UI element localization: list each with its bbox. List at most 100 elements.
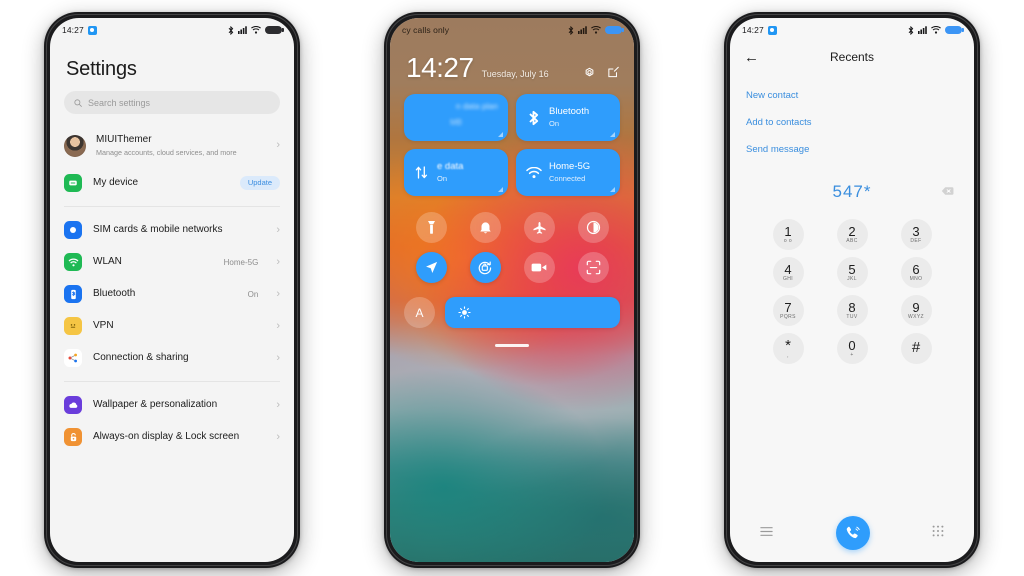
tile-label: Home-5G [549, 161, 591, 173]
signal-icon [238, 26, 247, 34]
key-hash[interactable]: # [900, 333, 932, 364]
phone-control-center-device: cy calls only 14:27 Tuesday, July 16 n d… [384, 12, 640, 568]
menu-lines-icon[interactable] [760, 524, 773, 542]
tile-sublabel: On [549, 119, 560, 129]
ringer-bell-icon [479, 221, 491, 233]
tile-expand-corner[interactable] [498, 187, 503, 192]
tile-expand-corner[interactable] [498, 132, 503, 137]
bluetooth-icon [908, 25, 914, 35]
key-digit: 4 [784, 261, 792, 277]
control-center-screen: cy calls only 14:27 Tuesday, July 16 n d… [390, 18, 634, 562]
tile-expand-corner[interactable] [610, 132, 615, 137]
key-star[interactable]: *, [772, 333, 804, 364]
tile-sublabel: MB [450, 117, 462, 127]
chevron-right-icon: › [276, 139, 280, 152]
page-title: Settings [66, 58, 137, 80]
key-9[interactable]: 9 WXYZ [900, 295, 932, 326]
key-digit: 7 [784, 299, 792, 315]
sidebar-item-sim-cards[interactable]: SIM cards & mobile networks › [50, 214, 294, 246]
tile-bluetooth[interactable]: Bluetooth On [516, 94, 620, 141]
key-digit: 6 [912, 261, 920, 277]
status-bar-dialer: 14:27 [730, 18, 974, 40]
action-add-to-contacts[interactable]: Add to contacts [746, 109, 958, 136]
bluetooth-icon [228, 25, 234, 35]
key-letters: TUV [846, 314, 858, 321]
toggle-dark-mode[interactable] [577, 212, 609, 243]
account-row[interactable]: MIUIThemer Manage accounts, cloud servic… [50, 126, 294, 167]
dialer-top-bar: ← Recents [730, 40, 974, 70]
key-1[interactable]: 1o o [772, 219, 804, 250]
key-digit: 5 [848, 261, 856, 277]
search-input[interactable]: Search settings [64, 91, 280, 114]
call-button[interactable] [835, 516, 870, 550]
key-7[interactable]: 7 PQRS [772, 295, 804, 326]
toggle-screen-record[interactable] [523, 252, 555, 283]
sidebar-item-wallpaper[interactable]: Wallpaper & personalization › [50, 389, 294, 421]
sidebar-item-label: Wallpaper & personalization [93, 398, 218, 410]
status-bar-control-center: cy calls only [390, 18, 634, 40]
sidebar-item-always-on-display[interactable]: Always-on display & Lock screen › [50, 421, 294, 453]
tile-expand-corner[interactable] [610, 187, 615, 192]
sidebar-item-my-device[interactable]: My device Update [50, 167, 294, 199]
wifi-icon [251, 26, 261, 34]
key-digit: 8 [848, 299, 856, 315]
key-letters: o o [783, 238, 793, 245]
dialed-number: 547* [832, 182, 872, 201]
chevron-right-icon: › [276, 319, 280, 332]
dialer-keypad: 1o o 2 ABC 3 DEF 4 GHI 5 JKL 6 MNO 7 PQRS 8 TUV… [730, 205, 974, 364]
sim-icon [64, 221, 82, 240]
app-badge-icon [87, 25, 97, 35]
key-letters: , [787, 353, 789, 360]
backspace-icon[interactable] [941, 183, 954, 201]
vpn-icon [64, 317, 82, 336]
wifi-icon [931, 26, 941, 34]
toggle-airplane-mode[interactable] [523, 212, 555, 243]
settings-gear-icon[interactable] [583, 66, 596, 79]
lock-icon [64, 428, 82, 447]
back-arrow-icon[interactable]: ← [744, 50, 759, 65]
search-icon [74, 98, 82, 107]
toggle-location[interactable] [415, 252, 447, 283]
key-letters: MNO [909, 276, 923, 283]
chevron-right-icon: › [276, 255, 280, 268]
key-digit: 9 [912, 299, 920, 315]
battery-icon [265, 25, 284, 35]
key-4[interactable]: 4 GHI [772, 257, 804, 288]
key-digit: 1 [784, 223, 792, 239]
drag-handle[interactable] [495, 344, 529, 347]
action-send-message[interactable]: Send message [746, 136, 958, 163]
action-new-contact[interactable]: New contact [746, 82, 958, 109]
sidebar-item-connection-sharing[interactable]: Connection & sharing › [50, 342, 294, 374]
key-2[interactable]: 2 ABC [836, 219, 868, 250]
toggle-flashlight[interactable] [415, 212, 447, 243]
tile-data-plan[interactable]: n data plan MB [404, 94, 508, 141]
status-bar-settings: 14:27 [50, 18, 294, 40]
scanner-icon [586, 260, 600, 275]
auto-brightness-button[interactable]: A [404, 297, 435, 328]
keypad-grid-icon[interactable] [932, 524, 944, 542]
brightness-slider[interactable] [445, 297, 620, 328]
auto-rotate-icon [478, 260, 492, 274]
sidebar-item-wlan[interactable]: WLAN Home-5G › [50, 246, 294, 278]
key-6[interactable]: 6 MNO [900, 257, 932, 288]
tile-wifi[interactable]: Home-5G Connected [516, 149, 620, 196]
key-3[interactable]: 3 DEF [900, 219, 932, 250]
key-letters: + [850, 352, 854, 359]
edit-icon[interactable] [607, 66, 620, 79]
sidebar-item-vpn[interactable]: VPN › [50, 310, 294, 342]
status-badge[interactable]: Update [239, 176, 280, 190]
sidebar-item-bluetooth[interactable]: Bluetooth On › [50, 278, 294, 310]
key-5[interactable]: 5 JKL [836, 257, 868, 288]
toggle-scanner[interactable] [577, 252, 609, 283]
key-8[interactable]: 8 TUV [836, 295, 868, 326]
tile-mobile-data[interactable]: e data On [404, 149, 508, 196]
key-0[interactable]: 0 + [836, 333, 868, 364]
dark-mode-icon [586, 220, 600, 235]
mobile-data-icon [413, 165, 430, 180]
location-icon [425, 261, 437, 273]
toggle-auto-rotate[interactable] [469, 252, 501, 283]
status-bar-time: 14:27 [62, 25, 84, 35]
key-letters: ABC [846, 238, 858, 245]
sidebar-item-label: Always-on display & Lock screen [93, 430, 240, 442]
toggle-ringer[interactable] [469, 212, 501, 243]
